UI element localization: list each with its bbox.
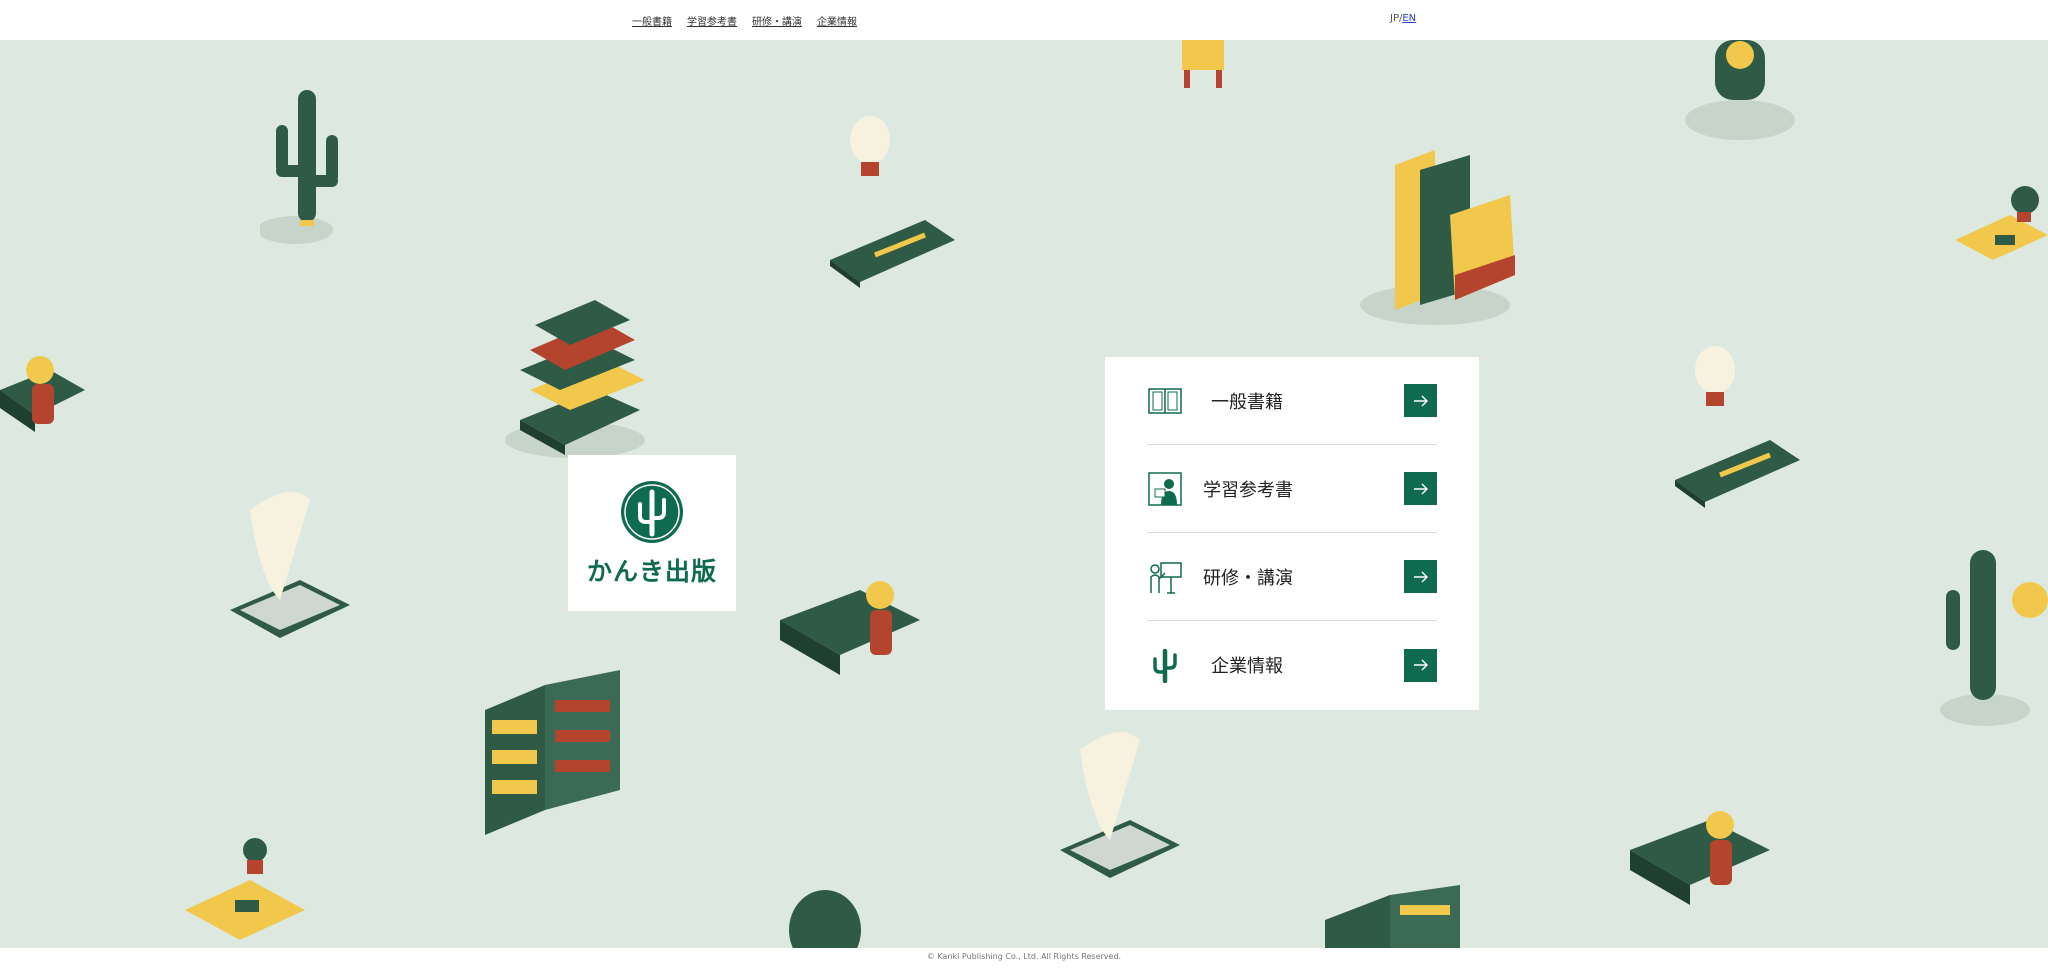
chair-illustration: [1182, 40, 1224, 88]
arrow-right-icon: [1413, 395, 1428, 406]
notebook-lamp-illustration: [830, 116, 955, 288]
nav-link-training-lectures[interactable]: 研修・講演: [752, 13, 802, 28]
menu-arrow-button-training-lectures[interactable]: [1404, 560, 1437, 593]
footer: © Kanki Publishing Co., Ltd. All Rights …: [0, 948, 2048, 968]
cactus-logo-icon: [621, 481, 683, 543]
menu-arrow-button-company-info[interactable]: [1404, 648, 1437, 682]
girl-with-book-illustration: [780, 581, 920, 675]
notebook-lamp-right-illustration: [1675, 346, 1800, 508]
reading-girl-illustration: [0, 356, 85, 432]
main-menu-card: 一般書籍 学習参考書 研修・講演 企業情報: [1105, 357, 1479, 710]
brand-name: かんき出版: [586, 557, 717, 586]
menu-label-general-books: 一般書籍: [1211, 391, 1283, 413]
arrow-right-icon: [1413, 659, 1428, 671]
standing-books-illustration: [1360, 150, 1515, 325]
arrow-right-icon: [1413, 571, 1428, 582]
girl-with-book-right-illustration: [1630, 811, 1770, 905]
menu-item-training-lectures[interactable]: 研修・講演: [1147, 533, 1437, 621]
cactus-right-illustration: [1940, 550, 2048, 726]
cactus-illustration: [260, 90, 338, 244]
nav-link-study-references[interactable]: 学習参考書: [687, 13, 737, 28]
brand-logo-card[interactable]: かんき出版: [568, 455, 736, 611]
top-bar: 一般書籍 学習参考書 研修・講演 企業情報 JP/EN: [0, 0, 2048, 40]
nav-link-general-books[interactable]: 一般書籍: [632, 13, 672, 28]
open-book-icon: [1148, 387, 1182, 414]
lang-en-link[interactable]: EN: [1402, 13, 1416, 24]
menu-label-training-lectures: 研修・講演: [1203, 567, 1293, 589]
copyright-text: © Kanki Publishing Co., Ltd. All Rights …: [926, 952, 1122, 961]
nav-link-company-info[interactable]: 企業情報: [817, 13, 857, 28]
cactus-icon: [1153, 648, 1177, 683]
potted-cactus-illustration: [1685, 40, 1795, 140]
phone-paper-illustration: [230, 492, 350, 638]
arrow-right-icon: [1413, 483, 1428, 494]
top-nav: 一般書籍 学習参考書 研修・講演 企業情報: [632, 13, 857, 28]
menu-arrow-button-general-books[interactable]: [1404, 384, 1437, 417]
lang-jp: JP: [1390, 13, 1399, 24]
lecture-presenter-icon: [1150, 561, 1182, 594]
menu-item-general-books[interactable]: 一般書籍: [1147, 357, 1437, 445]
desk-bottom-left-illustration: [185, 838, 305, 940]
desk-illustration: [1955, 186, 2048, 260]
language-switcher: JP/EN: [1390, 13, 1416, 24]
menu-item-company-info[interactable]: 企業情報: [1147, 621, 1437, 709]
hero-illustration: かんき出版 一般書籍 学習参考書 研修・講演 企業情報: [0, 40, 2048, 948]
student-reading-icon: [1148, 471, 1182, 506]
book-stack-illustration: [505, 300, 645, 458]
round-cactus-illustration: [789, 890, 861, 948]
menu-label-company-info: 企業情報: [1211, 656, 1283, 677]
menu-item-study-references[interactable]: 学習参考書: [1147, 445, 1437, 533]
menu-label-study-references: 学習参考書: [1203, 479, 1293, 501]
phone-paper-center-illustration: [1060, 732, 1180, 878]
bookshelf-illustration: [485, 670, 620, 835]
bookshelf-bottom-illustration: [1325, 885, 1460, 948]
menu-arrow-button-study-references[interactable]: [1404, 472, 1437, 505]
